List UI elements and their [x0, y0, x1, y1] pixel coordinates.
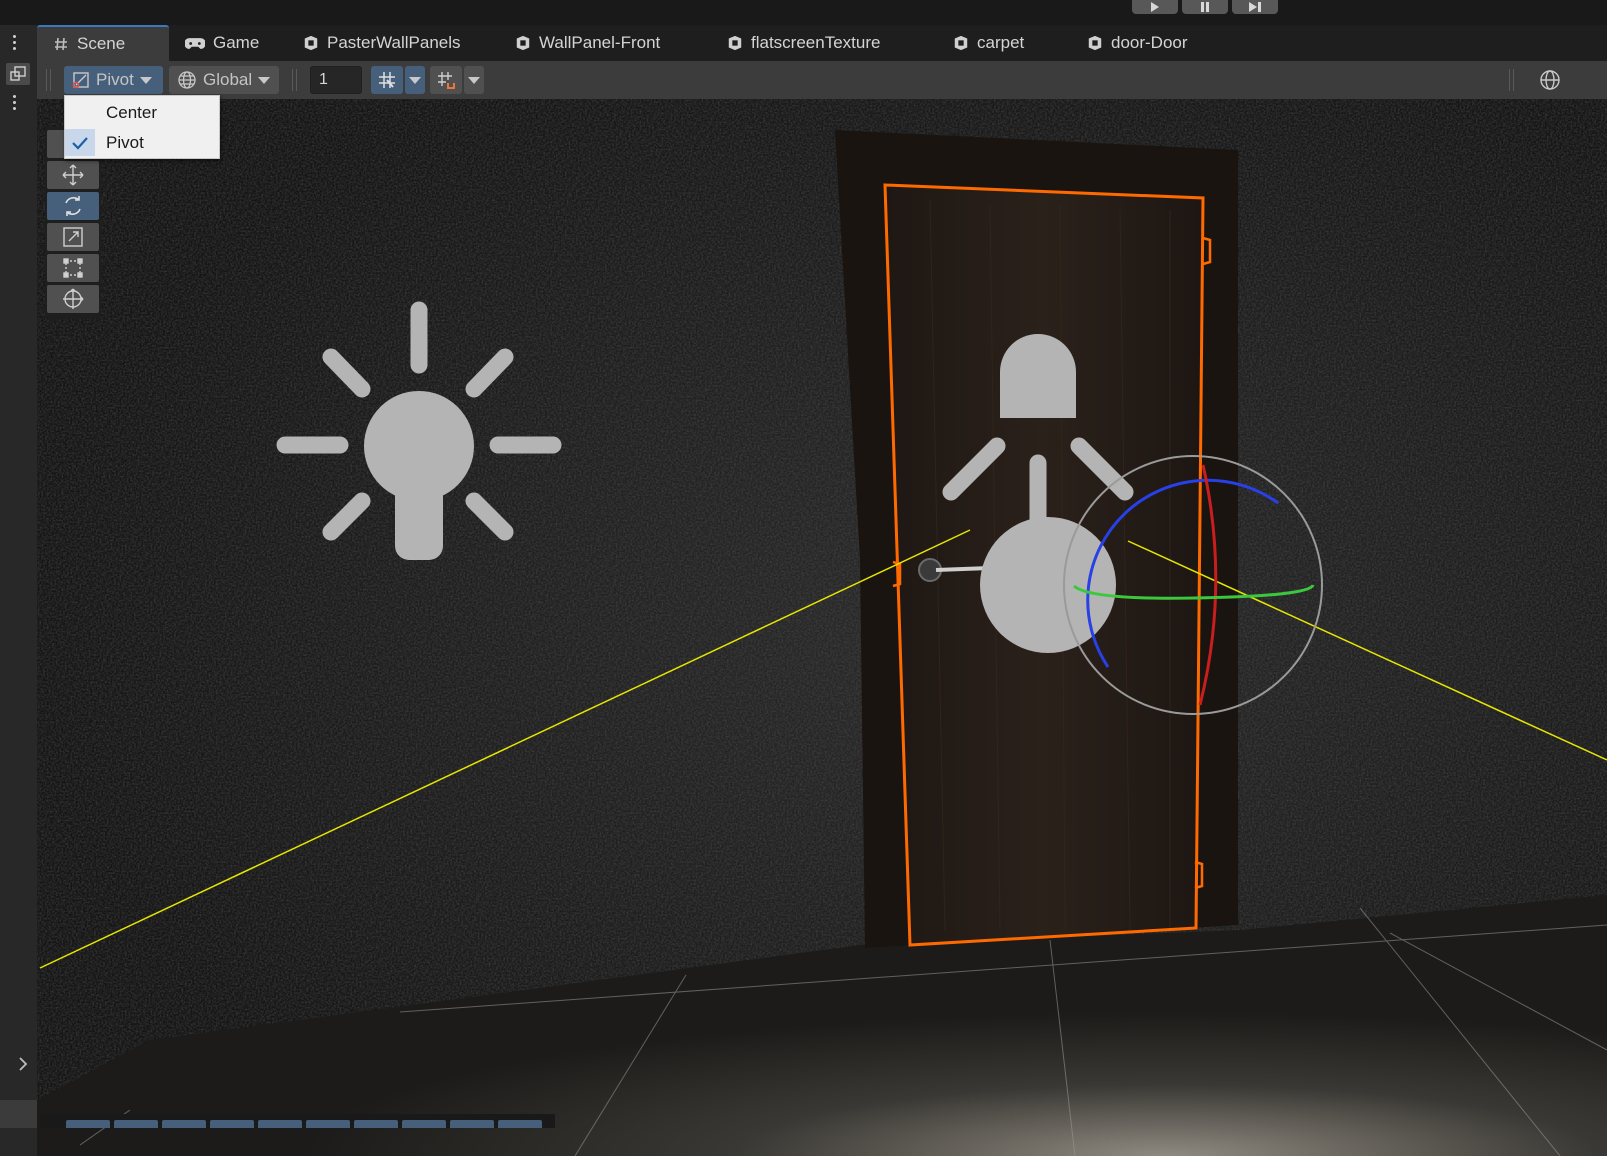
prefab-icon: [1088, 35, 1102, 51]
globe-icon: [1540, 70, 1560, 90]
menu-item-center[interactable]: Center: [65, 98, 219, 127]
overlay-toggle-button[interactable]: [6, 63, 30, 85]
checkmark-icon: [65, 129, 95, 156]
left-panel-strip: [0, 25, 38, 1156]
play-icon: [1151, 2, 1159, 12]
overlay-button[interactable]: [498, 1120, 542, 1128]
chevron-down-icon: [258, 76, 271, 84]
scale-icon: [63, 227, 83, 247]
top-bar: [0, 0, 1607, 25]
snap-increment-input[interactable]: 1: [310, 66, 362, 94]
rotate-icon: [65, 196, 81, 216]
overlay-button[interactable]: [306, 1120, 350, 1128]
tab-label: carpet: [977, 33, 1025, 52]
grid-snap-icon: [379, 72, 395, 88]
step-button[interactable]: [1232, 0, 1278, 14]
editor-tabs: Scene Game PasterWallPanels WallPanel-Fr…: [37, 25, 1607, 61]
rect-tool-button[interactable]: [47, 254, 99, 282]
rotate-tool-button[interactable]: [47, 192, 99, 220]
menu-item-label: Center: [106, 102, 158, 122]
gamepad-icon: [185, 37, 205, 49]
play-button[interactable]: [1132, 0, 1178, 14]
chevron-down-icon: [139, 76, 152, 84]
tab-scene[interactable]: Scene: [37, 25, 169, 61]
scene-toolbar: Pivot Global 1: [37, 61, 1607, 100]
overlay-button[interactable]: [114, 1120, 158, 1128]
prefab-icon: [304, 35, 318, 51]
overlay-toolbar-bottom: [40, 1114, 555, 1128]
toolbar-separator: [1509, 69, 1514, 91]
menu-item-pivot[interactable]: Pivot: [65, 128, 219, 157]
scene-viewport[interactable]: [37, 99, 1607, 1156]
expand-chevron-icon[interactable]: [18, 1057, 28, 1071]
tab-label: WallPanel-Front: [539, 33, 661, 52]
tab-game[interactable]: Game: [169, 25, 292, 61]
overlay-button[interactable]: [450, 1120, 494, 1128]
pivot-mode-menu: Center Pivot: [64, 95, 220, 159]
pause-icon: [1201, 2, 1209, 12]
pivot-label: Pivot: [96, 70, 134, 89]
overlay-button[interactable]: [210, 1120, 254, 1128]
more-options-icon[interactable]: [13, 35, 17, 50]
move-tool-button[interactable]: [47, 161, 99, 189]
space-label: Global: [203, 70, 253, 89]
left-footer: [0, 1100, 37, 1128]
chevron-down-icon: [468, 76, 480, 84]
toolbar-grip[interactable]: [46, 69, 51, 91]
increment-snap-icon: [438, 72, 455, 89]
overlay-button[interactable]: [66, 1120, 110, 1128]
panel-options-icon[interactable]: [13, 95, 17, 110]
overlay-button[interactable]: [402, 1120, 446, 1128]
scale-tool-button[interactable]: [47, 223, 99, 251]
tab-label: PasterWallPanels: [327, 33, 461, 52]
toolbar-separator: [292, 69, 297, 91]
transform-icon: [63, 288, 84, 309]
tab-paster-wall-panels[interactable]: PasterWallPanels: [292, 25, 515, 61]
playback-controls: [1132, 0, 1278, 14]
space-dropdown[interactable]: Global: [169, 66, 279, 94]
prefab-icon: [516, 35, 530, 51]
tab-door-door[interactable]: door-Door: [1087, 25, 1227, 61]
tab-carpet[interactable]: carpet: [953, 25, 1087, 61]
step-icon: [1249, 2, 1261, 12]
incremental-snap-dropdown[interactable]: [464, 66, 484, 94]
tab-wallpanel-front[interactable]: WallPanel-Front: [515, 25, 727, 61]
chevron-down-icon: [409, 76, 421, 84]
incremental-snap-toggle[interactable]: [430, 66, 462, 94]
move-icon: [62, 164, 84, 186]
pause-button[interactable]: [1182, 0, 1228, 14]
hash-icon: [55, 37, 67, 51]
prefab-icon: [954, 35, 968, 51]
globe-icon: [178, 71, 196, 89]
tab-label: Scene: [77, 34, 126, 53]
overlay-button[interactable]: [258, 1120, 302, 1128]
rect-transform-icon: [63, 258, 83, 278]
tab-flatscreen-texture[interactable]: flatscreenTexture: [727, 25, 953, 61]
scene-view-globe-button[interactable]: [1532, 66, 1568, 94]
pivot-dropdown[interactable]: Pivot: [64, 66, 163, 94]
tab-label: Game: [213, 33, 260, 52]
overlay-button[interactable]: [354, 1120, 398, 1128]
menu-item-label: Pivot: [106, 132, 144, 152]
grid-snap-toggle[interactable]: [371, 66, 403, 94]
overlay-button[interactable]: [162, 1120, 206, 1128]
grid-snap-dropdown[interactable]: [405, 66, 425, 94]
overlay-icon: [10, 66, 26, 81]
scene-render: [37, 99, 1607, 1156]
transform-tool-button[interactable]: [47, 285, 99, 313]
prefab-icon: [728, 35, 742, 51]
tab-label: flatscreenTexture: [751, 33, 881, 52]
tab-label: door-Door: [1111, 33, 1188, 52]
pivot-icon: [72, 72, 89, 89]
